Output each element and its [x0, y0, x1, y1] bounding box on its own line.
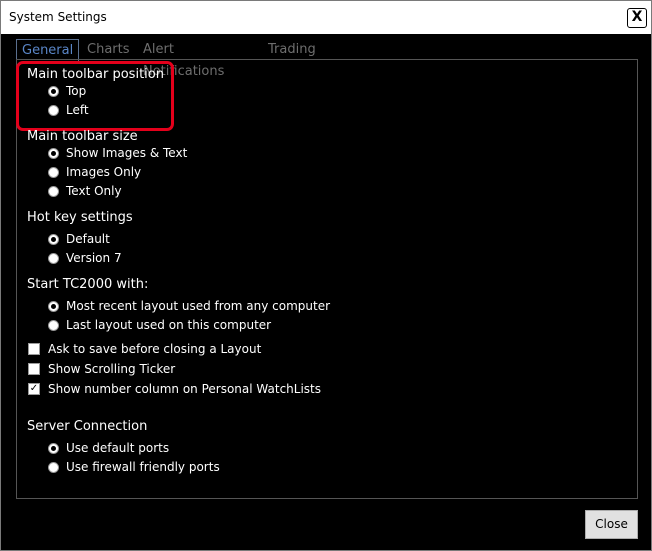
toolbar-size-label: Main toolbar size	[27, 129, 138, 144]
radio-button[interactable]	[48, 253, 59, 264]
checkbox-label: Show Scrolling Ticker	[48, 362, 176, 376]
radio-label: Text Only	[66, 184, 122, 198]
radio-label: Most recent layout used from any compute…	[66, 299, 331, 313]
radio-label: Last layout used on this computer	[66, 318, 272, 332]
close-button[interactable]: Close	[585, 510, 638, 539]
radio-label: Images Only	[66, 165, 142, 179]
start-with-label: Start TC2000 with:	[27, 277, 149, 292]
radio-label: Show Images & Text	[66, 146, 188, 160]
radio-button[interactable]	[48, 186, 59, 197]
tab-alert-notifications[interactable]: Alert Notifications	[143, 39, 224, 79]
radio-button[interactable]	[48, 301, 59, 312]
radio-button[interactable]	[48, 320, 59, 331]
radio-button[interactable]	[48, 443, 59, 454]
checkbox-label: Show number column on Personal WatchList…	[48, 382, 322, 396]
server-connection-label: Server Connection	[27, 419, 148, 434]
hot-key-label: Hot key settings	[27, 210, 133, 225]
title-bar: System Settings X	[1, 1, 651, 34]
radio-label: Use firewall friendly ports	[66, 460, 220, 474]
radio-button[interactable]	[48, 234, 59, 245]
radio-button[interactable]	[48, 462, 59, 473]
tab-charts[interactable]: Charts	[87, 39, 130, 61]
radio-button[interactable]	[48, 148, 59, 159]
checkbox-label: Ask to save before closing a Layout	[48, 342, 262, 356]
highlight-annotation	[16, 61, 174, 131]
radio-label: Use default ports	[66, 441, 170, 455]
radio-button[interactable]	[48, 167, 59, 178]
checkmark-icon[interactable]: ✓	[28, 383, 40, 395]
checkbox[interactable]	[28, 343, 40, 355]
window-title: System Settings	[9, 10, 107, 24]
checkbox[interactable]	[28, 363, 40, 375]
radio-label: Default	[66, 232, 110, 246]
close-window-icon[interactable]: X	[627, 8, 647, 28]
system-settings-window: System Settings X General Charts Alert N…	[0, 0, 652, 551]
tab-general[interactable]: General	[16, 39, 80, 61]
radio-label: Version 7	[66, 251, 122, 265]
tab-trading[interactable]: Trading	[268, 39, 316, 61]
